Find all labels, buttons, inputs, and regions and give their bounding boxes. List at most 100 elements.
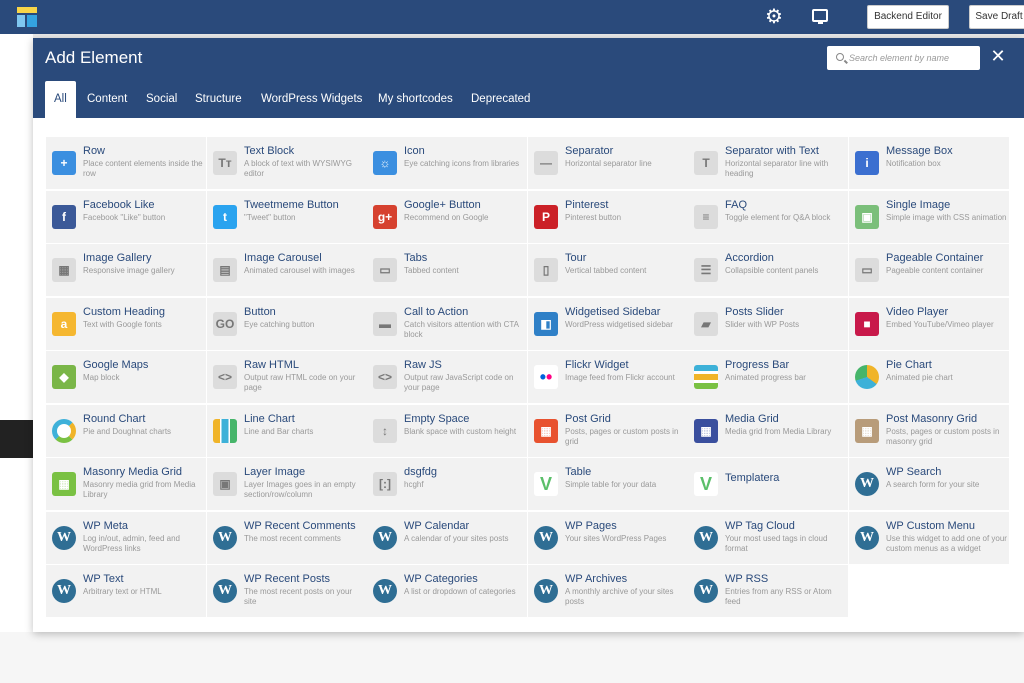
element-description: Output raw JavaScript code on your page	[404, 373, 514, 392]
element-item[interactable]: <> Raw HTML Output raw HTML code on your p…	[207, 351, 367, 403]
element-item[interactable]: P Pinterest Pinterest button	[528, 191, 688, 243]
element-item[interactable]: W WP Calendar A calendar of your sites pos…	[367, 512, 527, 564]
element-name: Icon	[404, 145, 425, 157]
element-item[interactable]: ▦ Post Grid Posts, pages or custom posts i…	[528, 405, 688, 457]
element-item[interactable]: — Separator Horizontal separator line	[528, 137, 688, 189]
element-item[interactable]: •• Flickr Widget Image feed from Flickr ac…	[528, 351, 688, 403]
element-item[interactable]: T Separator with Text Horizontal separator…	[688, 137, 848, 189]
element-item[interactable]: ▬ Call to Action Catch visitors attention …	[367, 298, 527, 350]
app-logo[interactable]	[17, 7, 37, 27]
slider-icon: ▰	[694, 312, 718, 336]
element-item[interactable]: ■ Video Player Embed YouTube/Vimeo player	[849, 298, 1009, 350]
element-description: Map block	[83, 373, 120, 382]
search-box[interactable]	[827, 46, 980, 70]
element-item[interactable]: ▰ Posts Slider Slider with WP Posts	[688, 298, 848, 350]
element-item[interactable]: ☼ Icon Eye catching icons from libraries	[367, 137, 527, 189]
element-item[interactable]: ▦ Media Grid Media grid from Media Library	[688, 405, 848, 457]
tab-social[interactable]: Social	[146, 81, 177, 118]
faq-icon: ≡	[694, 205, 718, 229]
element-item[interactable]: W WP Search A search form for your site	[849, 458, 1009, 510]
element-item[interactable]: W WP Pages Your sites WordPress Pages	[528, 512, 688, 564]
element-item[interactable]: Progress Bar Animated progress bar	[688, 351, 848, 403]
video-icon: ■	[855, 312, 879, 336]
element-description: Simple table for your data	[565, 480, 657, 489]
element-item[interactable]: ≡ FAQ Toggle element for Q&A block	[688, 191, 848, 243]
element-item[interactable]: g+ Google+ Button Recommend on Google	[367, 191, 527, 243]
element-item[interactable]: ▦ Image Gallery Responsive image gallery	[46, 244, 206, 296]
element-item[interactable]: ↕ Empty Space Blank space with custom heig…	[367, 405, 527, 457]
tab-all[interactable]: All	[45, 81, 76, 118]
element-item[interactable]: ◆ Google Maps Map block	[46, 351, 206, 403]
backend-editor-button[interactable]: Backend Editor	[867, 5, 949, 29]
element-name: WP Pages	[565, 520, 617, 532]
element-name: WP Archives	[565, 573, 628, 585]
element-item[interactable]: f Facebook Like Facebook "Like" button	[46, 191, 206, 243]
element-item[interactable]: ▭ Tabs Tabbed content	[367, 244, 527, 296]
element-item[interactable]: ▯ Tour Vertical tabbed content	[528, 244, 688, 296]
masonry-icon: ▦	[855, 419, 879, 443]
tab-deprecated[interactable]: Deprecated	[471, 81, 530, 118]
element-item[interactable]: ◧ Widgetised Sidebar WordPress widgetised …	[528, 298, 688, 350]
element-item[interactable]: W WP Meta Log in/out, admin, feed and Word…	[46, 512, 206, 564]
tab-my-shortcodes[interactable]: My shortcodes	[378, 81, 453, 118]
element-description: Animated carousel with images	[244, 266, 355, 275]
element-description: Simple image with CSS animation	[886, 213, 1007, 222]
element-item[interactable]: <> Raw JS Output raw JavaScript code on yo…	[367, 351, 527, 403]
element-item[interactable]: W WP Categories A list or dropdown of cate…	[367, 565, 527, 617]
element-item[interactable]: i Message Box Notification box	[849, 137, 1009, 189]
element-name: Posts Slider	[725, 306, 784, 318]
sun-icon: ☼	[373, 151, 397, 175]
element-item[interactable]: + Row Place content elements inside the ro…	[46, 137, 206, 189]
element-item[interactable]: Tт Text Block A block of text with WYSIWYG…	[207, 137, 367, 189]
element-item[interactable]: t Tweetmeme Button "Tweet" button	[207, 191, 367, 243]
element-name: Empty Space	[404, 413, 470, 425]
element-item[interactable]: [:] dsgfdg hcghf	[367, 458, 527, 510]
round-chart-icon	[52, 419, 76, 443]
element-item[interactable]: ▭ Pageable Container Pageable content cont…	[849, 244, 1009, 296]
element-description: Eye catching button	[244, 320, 315, 329]
element-description: Horizontal separator line with heading	[725, 159, 829, 178]
element-item[interactable]: ▣ Layer Image Layer Images goes in an empt…	[207, 458, 367, 510]
search-icon	[836, 53, 844, 61]
gear-icon[interactable]: ⚙	[763, 6, 785, 28]
element-description: Animated pie chart	[886, 373, 953, 382]
close-icon[interactable]: ✕	[988, 45, 1008, 67]
element-item[interactable]: W WP Archives A monthly archive of your si…	[528, 565, 688, 617]
element-name: Pie Chart	[886, 359, 932, 371]
element-item[interactable]: ▣ Single Image Simple image with CSS anima…	[849, 191, 1009, 243]
element-item[interactable]: W WP Tag Cloud Your most used tags in clou…	[688, 512, 848, 564]
table-icon: V	[534, 472, 558, 496]
modal-title: Add Element	[45, 48, 143, 67]
element-item[interactable]: V Templatera	[688, 458, 848, 510]
html-icon: <>	[213, 365, 237, 389]
element-name: dsgfdg	[404, 466, 438, 478]
element-description: Layer Images goes in an empty section/ro…	[244, 480, 356, 499]
element-item[interactable]: ▦ Post Masonry Grid Posts, pages or custom…	[849, 405, 1009, 457]
element-item[interactable]: Round Chart Pie and Doughnat charts	[46, 405, 206, 457]
tab-content[interactable]: Content	[87, 81, 127, 118]
search-input[interactable]	[849, 49, 974, 67]
element-item[interactable]: Line Chart Line and Bar charts	[207, 405, 367, 457]
element-item[interactable]: GO Button Eye catching button	[207, 298, 367, 350]
element-item[interactable]: W WP Custom Menu Use this widget to add on…	[849, 512, 1009, 564]
wordpress-icon: W	[855, 526, 879, 550]
element-item[interactable]: W WP Recent Comments The most recent comme…	[207, 512, 367, 564]
element-item[interactable]: ▦ Masonry Media Grid Masonry media grid fr…	[46, 458, 206, 510]
element-item[interactable]: Pie Chart Animated pie chart	[849, 351, 1009, 403]
element-item[interactable]: ☰ Accordion Collapsible content panels	[688, 244, 848, 296]
element-item[interactable]: ▤ Image Carousel Animated carousel with im…	[207, 244, 367, 296]
element-item[interactable]: a Custom Heading Text with Google fonts	[46, 298, 206, 350]
tab-wordpress-widgets[interactable]: WordPress Widgets	[261, 81, 362, 118]
element-item[interactable]: W WP RSS Entries from any RSS or Atom feed	[688, 565, 848, 617]
element-item[interactable]: V Table Simple table for your data	[528, 458, 688, 510]
element-description: Output raw HTML code on your page	[244, 373, 356, 392]
save-draft-button[interactable]: Save Draft	[969, 5, 1024, 29]
element-item[interactable]: W WP Recent Posts The most recent posts on…	[207, 565, 367, 617]
page-background-bottom	[0, 632, 1024, 683]
monitor-icon[interactable]	[812, 9, 828, 24]
tab-structure[interactable]: Structure	[195, 81, 242, 118]
element-item[interactable]: W WP Text Arbitrary text or HTML	[46, 565, 206, 617]
element-description: Toggle element for Q&A block	[725, 213, 831, 222]
element-description: Tabbed content	[404, 266, 459, 275]
element-name: Templatera	[725, 472, 780, 484]
